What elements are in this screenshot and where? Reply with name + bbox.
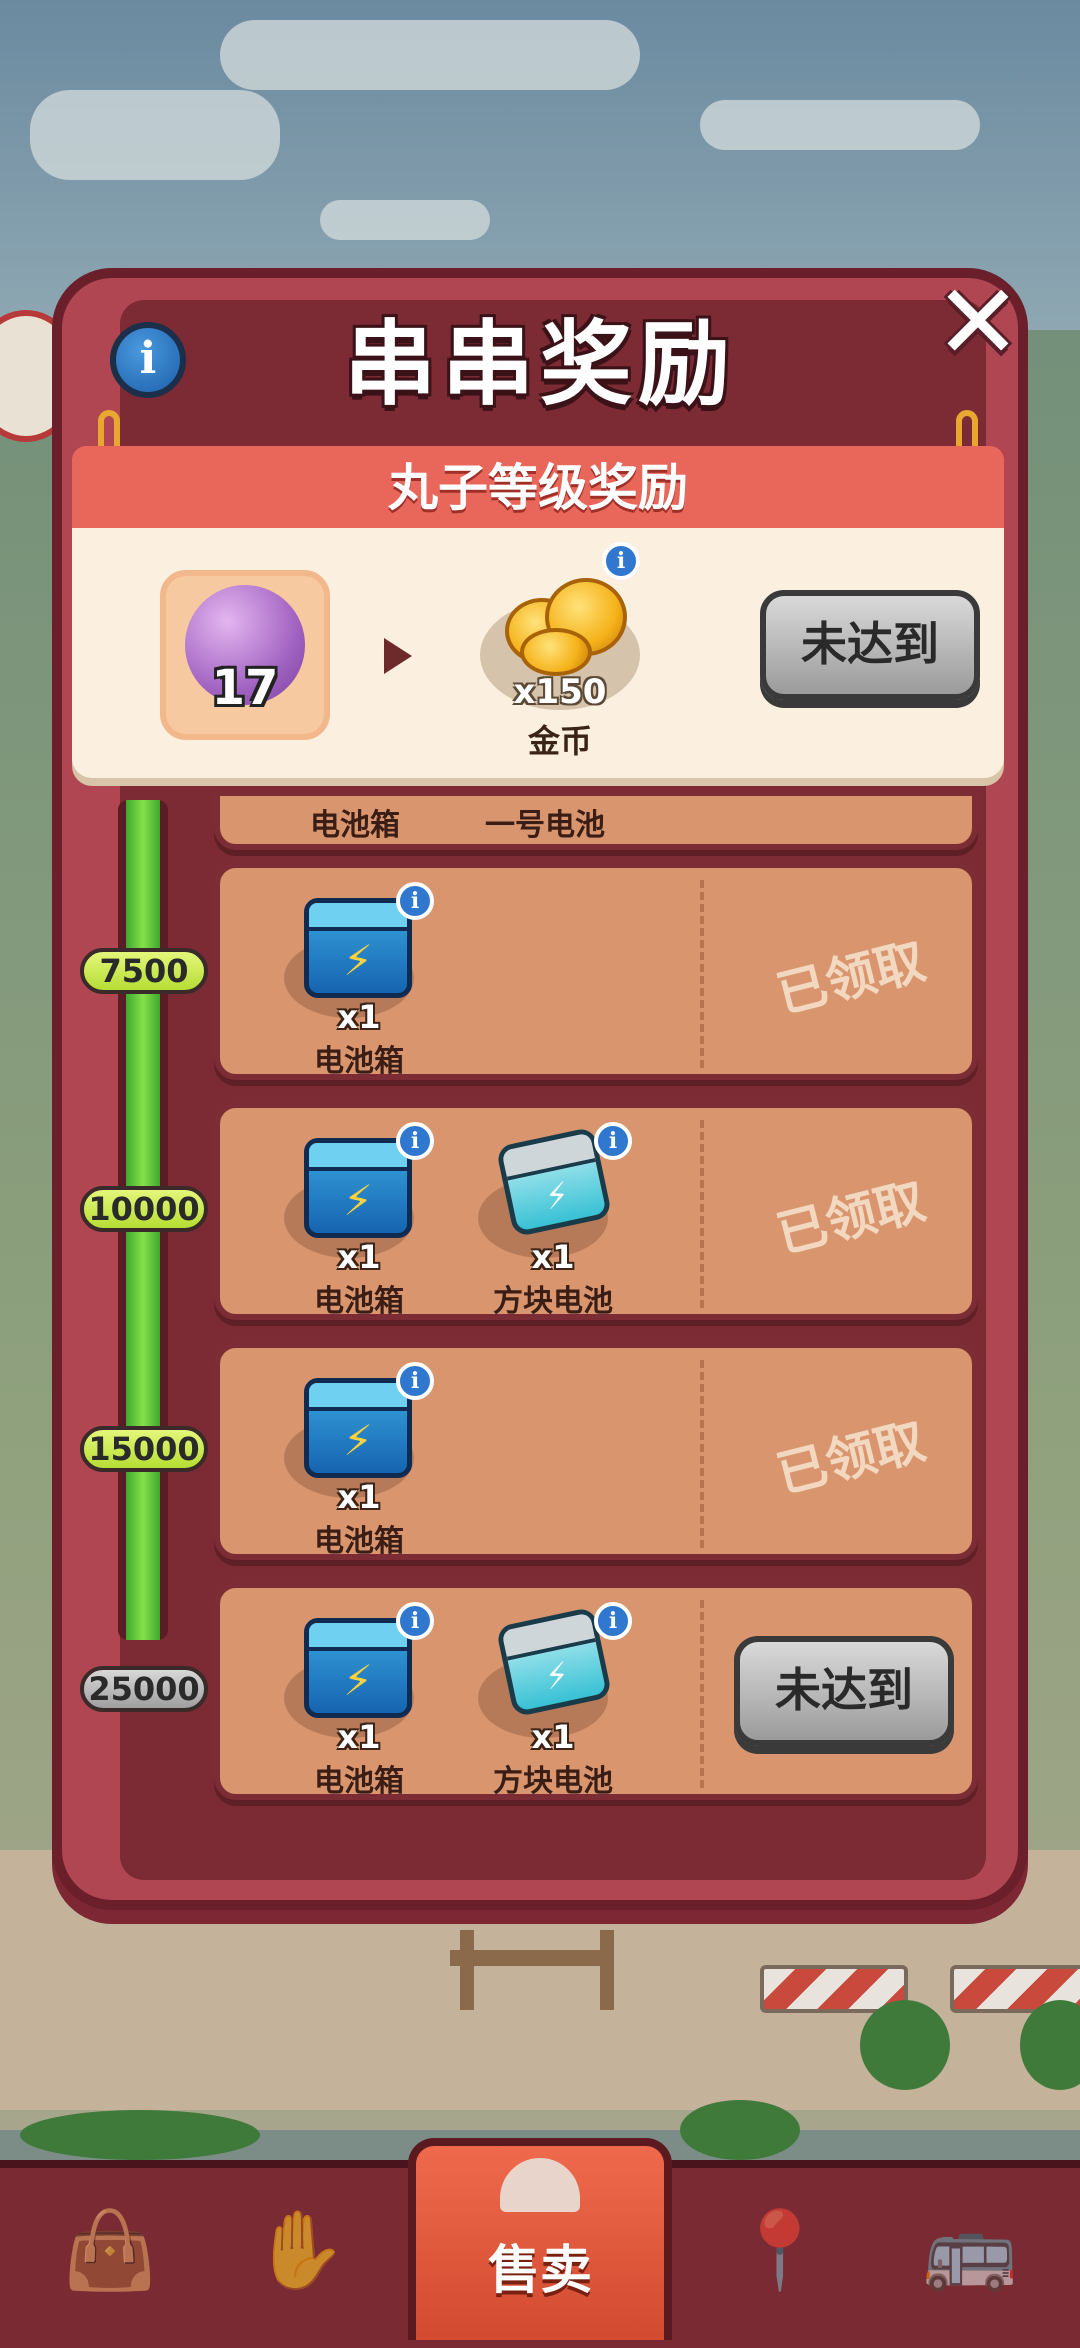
hedge	[20, 2110, 260, 2160]
reward-name: 金币	[527, 722, 592, 760]
reward-row: ⚡ i x1 电池箱 已领取	[214, 862, 978, 1080]
item-name: 电池箱	[314, 1764, 404, 1799]
item-name: 电池箱	[310, 808, 400, 843]
nav-tab-sell-label: 售卖	[487, 2241, 592, 2301]
item-name: 方块电池	[493, 1764, 613, 1799]
threshold-badge: 15000	[80, 1426, 208, 1472]
threshold-badge: 10000	[80, 1186, 208, 1232]
battery-box-icon: ⚡	[304, 898, 412, 998]
item-name: 电池箱	[314, 1524, 404, 1559]
tree	[860, 2000, 950, 2090]
item-name: 电池箱	[314, 1284, 404, 1319]
reward-row: ⚡ i x1 电池箱 ⚡ i x1 方块电池 未达到	[214, 1582, 978, 1800]
cloud	[700, 100, 980, 150]
item-name: 电池箱	[314, 1044, 404, 1079]
item-quantity: x1	[337, 1478, 381, 1516]
battery-box-icon: ⚡	[304, 1618, 412, 1718]
info-icon[interactable]: i	[602, 542, 640, 580]
level-reward-header: 丸子等级奖励	[72, 446, 1004, 530]
row-divider	[700, 1600, 704, 1788]
claim-button[interactable]: 未达到	[734, 1636, 954, 1746]
coin-icon	[520, 628, 592, 676]
threshold-badge: 25000	[80, 1666, 208, 1712]
hands-icon[interactable]: ✋	[200, 2175, 400, 2325]
arrow-right-icon	[384, 638, 412, 674]
info-icon[interactable]: i	[110, 322, 186, 398]
claimed-stamp: 已领取	[771, 1411, 931, 1505]
bag-icon[interactable]: 👜	[10, 2175, 210, 2325]
battery-box-icon: ⚡	[304, 1378, 412, 1478]
row-divider	[700, 1120, 704, 1308]
info-icon[interactable]: i	[594, 1122, 632, 1160]
bus-icon[interactable]: 🚌	[870, 2175, 1070, 2325]
fence	[600, 1930, 614, 2010]
item-name: 方块电池	[493, 1284, 613, 1319]
reward-row: ⚡ i x1 电池箱 ⚡ i x1 方块电池 已领取	[214, 1102, 978, 1320]
cloud	[220, 20, 640, 90]
map-pin-icon[interactable]: 📍	[680, 2175, 880, 2325]
tree	[680, 2100, 800, 2160]
cloud	[30, 90, 280, 180]
info-icon[interactable]: i	[594, 1602, 632, 1640]
cloud	[320, 200, 490, 240]
item-quantity: x1	[337, 998, 381, 1036]
item-quantity: x1	[337, 1238, 381, 1276]
claimed-stamp: 已领取	[771, 931, 931, 1025]
reward-quantity: x150	[513, 672, 607, 712]
reward-row: ⚡ i x1 电池箱 已领取	[214, 1342, 978, 1560]
fence	[450, 1950, 610, 1966]
battery-box-icon: ⚡	[304, 1138, 412, 1238]
close-icon[interactable]: ✕	[928, 270, 1028, 374]
info-icon[interactable]: i	[396, 882, 434, 920]
item-quantity: x1	[531, 1718, 575, 1756]
row-divider	[700, 880, 704, 1068]
item-quantity: x1	[337, 1718, 381, 1756]
meatball-level: 17	[211, 660, 279, 716]
threshold-badge: 7500	[80, 948, 208, 994]
claimed-stamp: 已领取	[771, 1171, 931, 1265]
fence	[460, 1930, 474, 2010]
info-icon[interactable]: i	[396, 1122, 434, 1160]
level-claim-button[interactable]: 未达到	[760, 590, 980, 700]
item-quantity: x1	[531, 1238, 575, 1276]
item-name: 一号电池	[485, 808, 605, 843]
row-divider	[700, 1360, 704, 1548]
info-icon[interactable]: i	[396, 1602, 434, 1640]
info-icon[interactable]: i	[396, 1362, 434, 1400]
